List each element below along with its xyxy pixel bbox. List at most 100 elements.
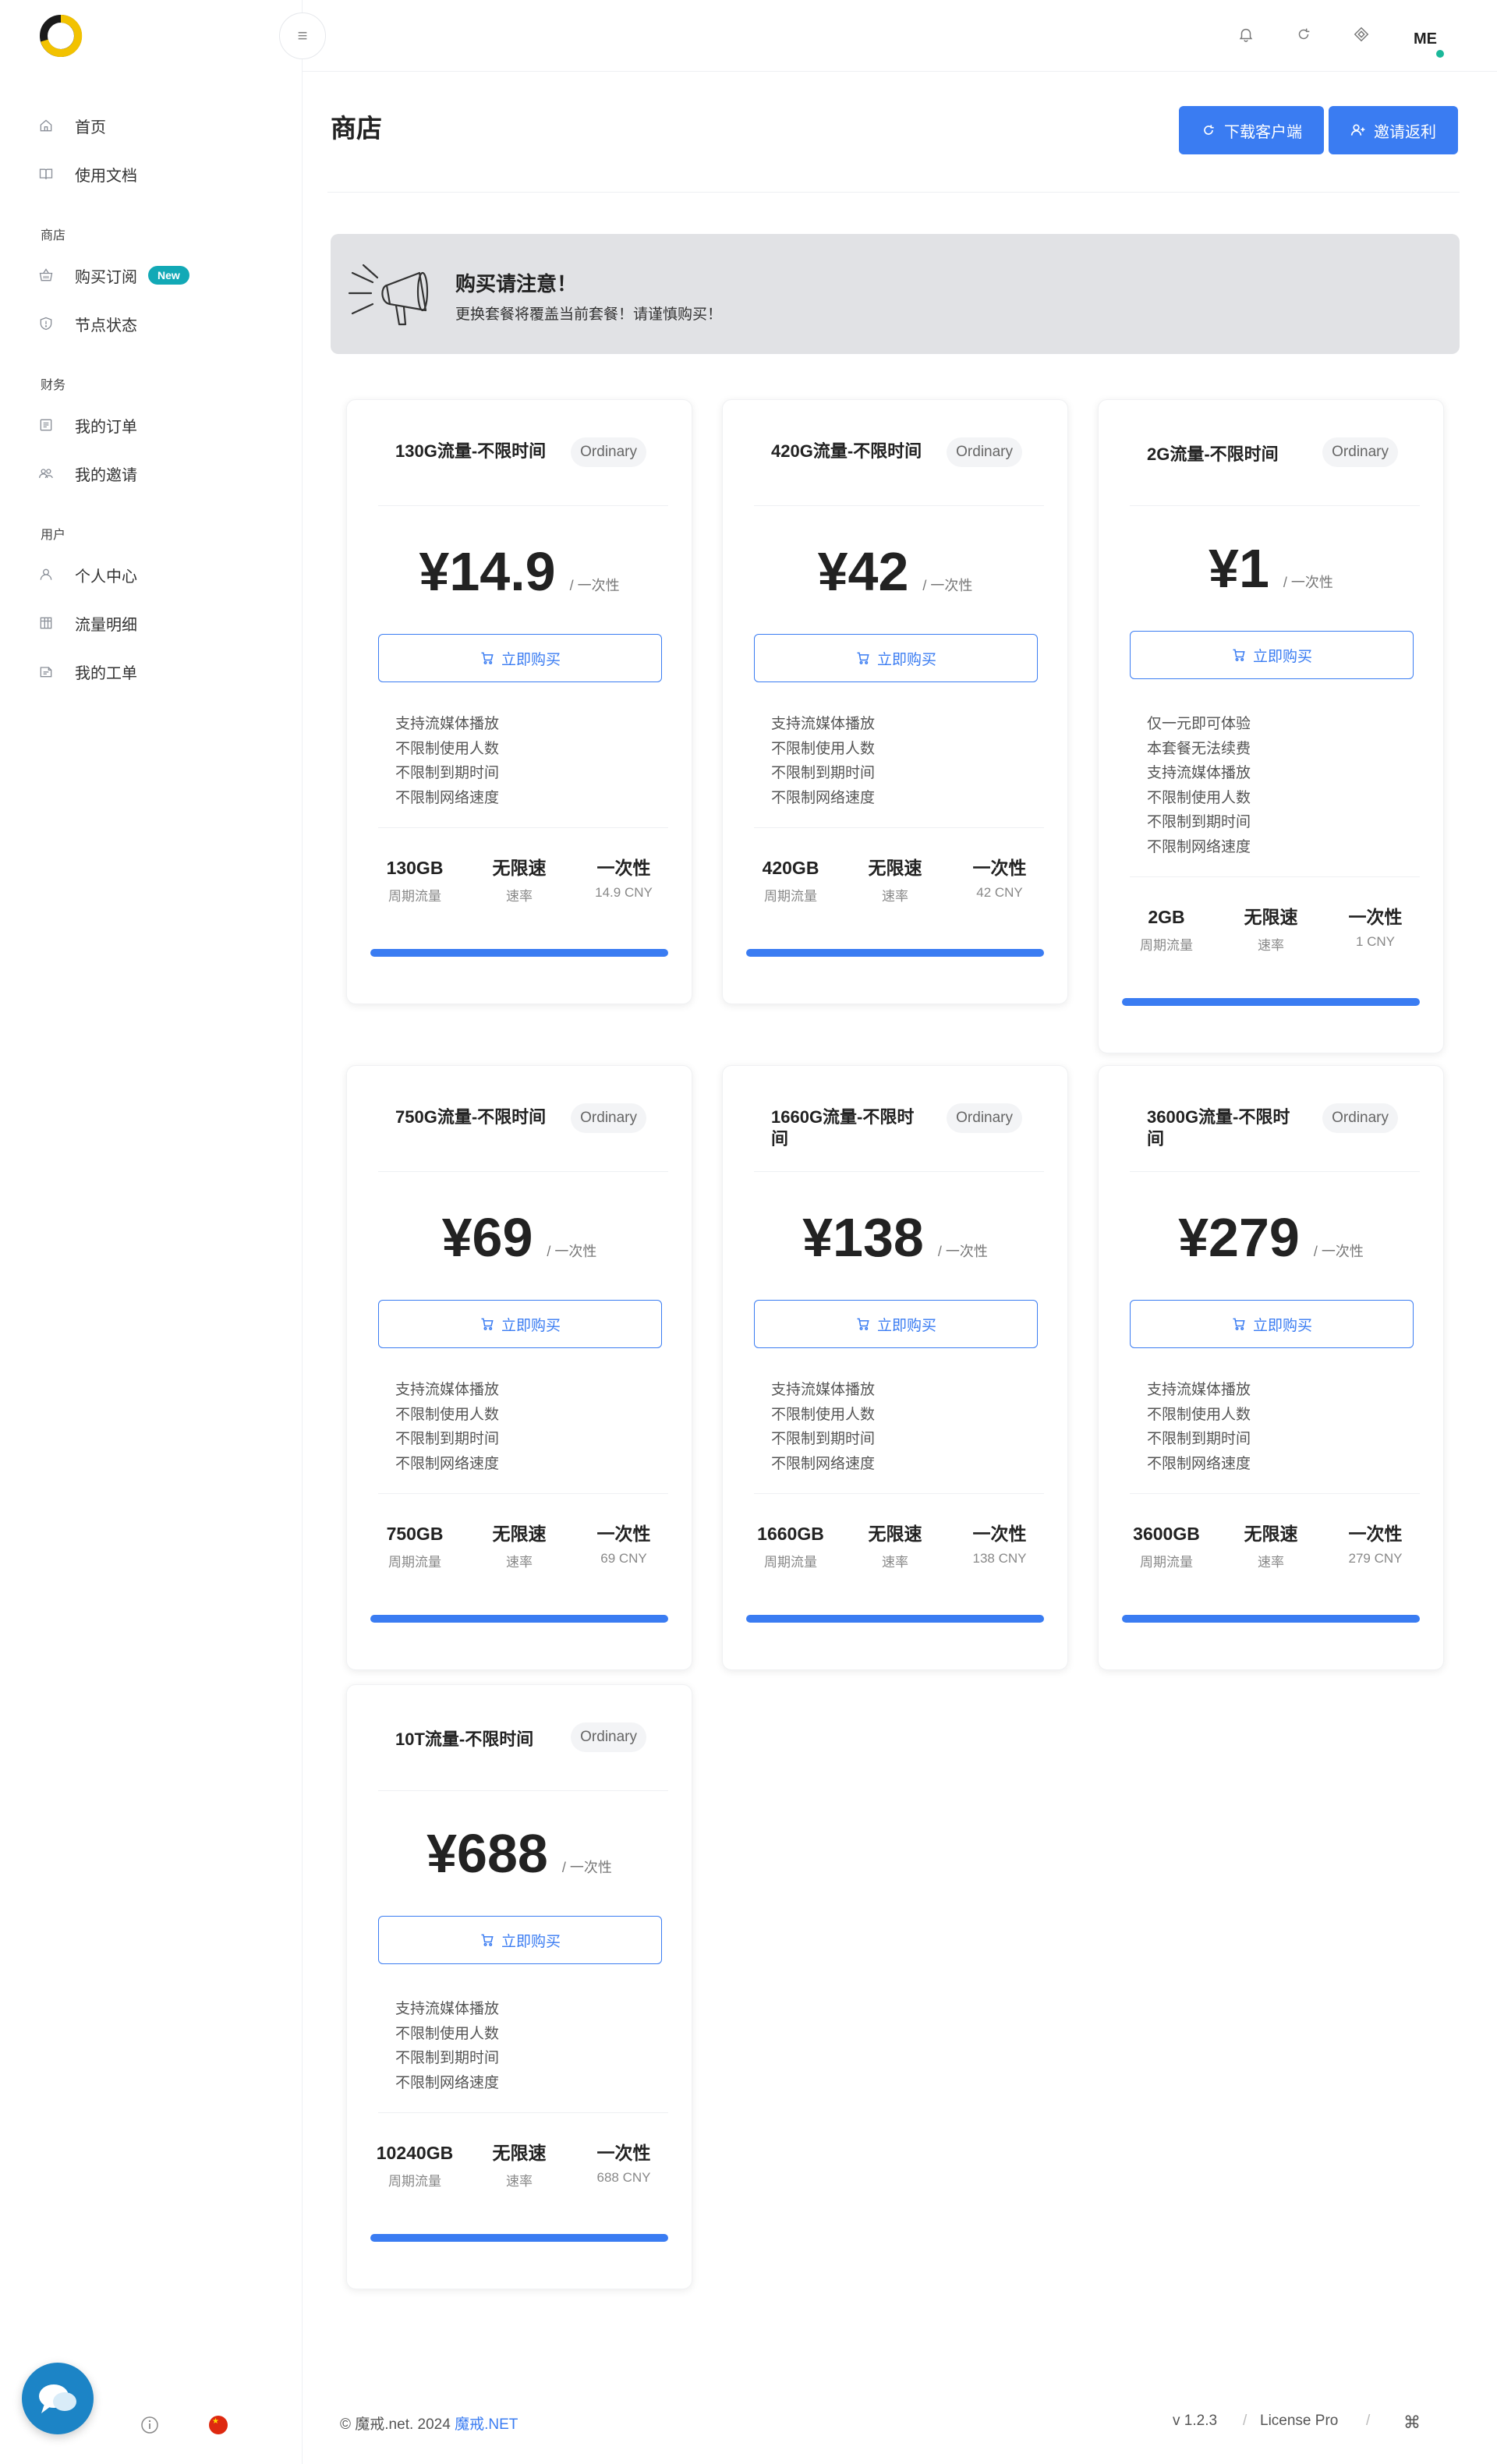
buy-now-button[interactable]: 立即购买 <box>1130 1300 1414 1348</box>
info-icon[interactable] <box>140 2416 159 2434</box>
plan-tag: Ordinary <box>947 1103 1022 1133</box>
sidebar-item[interactable]: 个人中心 <box>0 551 303 599</box>
plan-card: 3600G流量-不限时间 Ordinary ¥279 / 一次性 立即购买 支持流媒体播放… <box>1098 1065 1444 1670</box>
plan-feature: 不限制网络速度 <box>395 2074 500 2091</box>
plan-feature: 不限制使用人数 <box>1147 789 1251 806</box>
plan-feature: 不限制到期时间 <box>395 765 500 781</box>
plan-stat: 130GB 周期流量 <box>363 857 467 905</box>
plan-stat-label: 速率 <box>1258 1555 1284 1570</box>
plan-stats: 750GB 周期流量 无限速 速率 一次性 69 CNY <box>363 1523 676 1570</box>
plan-features: 仅一元即可体验 本套餐无法续费 支持流媒体播放 不限制使用人数 不限制到期时间 不限制网络… <box>1147 712 1251 859</box>
list-icon <box>40 419 52 431</box>
basket-icon-wrap <box>37 267 55 284</box>
chat-button[interactable] <box>22 2363 94 2434</box>
shield-icon-wrap <box>37 315 55 332</box>
plan-card: 130G流量-不限时间 Ordinary ¥14.9 / 一次性 立即购买 支持流媒体播放… <box>346 399 692 1004</box>
sidebar-section-title: 用户 <box>41 529 66 542</box>
plan-stats: 10240GB 周期流量 无限速 速率 一次性 688 CNY <box>363 2142 676 2190</box>
menu-toggle-button[interactable]: ≡ <box>279 12 326 59</box>
plan-stat-value: 一次性 <box>972 1524 1027 1544</box>
plan-stat: 一次性 279 CNY <box>1323 1523 1428 1570</box>
plan-card-header: 1660G流量-不限时间 Ordinary <box>754 1066 1044 1172</box>
sidebar-item[interactable]: 首页 <box>0 101 303 150</box>
plan-stat-label: 42 CNY <box>976 885 1023 900</box>
plan-stat: 无限速 速率 <box>467 1523 572 1570</box>
plan-features: 支持流媒体播放 不限制使用人数 不限制到期时间 不限制网络速度 <box>395 1378 499 1476</box>
plan-progress-bar <box>746 949 1044 957</box>
buy-now-button[interactable]: 立即购买 <box>754 1300 1038 1348</box>
sidebar-item[interactable]: 节点状态 <box>0 299 303 348</box>
download-client-button[interactable]: 下载客户端 <box>1179 106 1324 154</box>
plan-stat-value: 一次性 <box>596 1524 651 1544</box>
plan-stat-label: 周期流量 <box>764 889 817 904</box>
sidebar: 首页 使用文档 商店 购买订阅 New 节点状态 财务 我的订单 我的邀请 用户 个人中心 流量明细我… <box>0 0 303 2464</box>
buy-now-button[interactable]: 立即购买 <box>754 634 1038 682</box>
footer-separator: / <box>1243 2413 1248 2429</box>
plan-name: 1660G流量-不限时间 <box>771 1107 915 1149</box>
plan-features: 支持流媒体播放 不限制使用人数 不限制到期时间 不限制网络速度 <box>771 1378 875 1476</box>
plan-stats: 1660GB 周期流量 无限速 速率 一次性 138 CNY <box>738 1523 1052 1570</box>
plan-features: 支持流媒体播放 不限制使用人数 不限制到期时间 不限制网络速度 <box>1147 1378 1251 1476</box>
buy-now-button[interactable]: 立即购买 <box>378 1916 662 1964</box>
language-flag-icon[interactable] <box>209 2416 228 2434</box>
theme-toggle-icon[interactable] <box>1350 23 1372 45</box>
notification-bell-icon[interactable] <box>1235 23 1257 45</box>
plan-card-header: 420G流量-不限时间 Ordinary <box>754 400 1044 506</box>
buy-now-button[interactable]: 立即购买 <box>378 634 662 682</box>
plan-feature: 不限制网络速度 <box>1147 1455 1251 1472</box>
plan-stat-label: 周期流量 <box>388 889 441 904</box>
plan-name: 130G流量-不限时间 <box>395 441 547 461</box>
buy-now-button[interactable]: 立即购买 <box>378 1300 662 1348</box>
sidebar-item[interactable]: 我的邀请 <box>0 449 303 497</box>
plan-divider <box>378 827 668 828</box>
logo-icon[interactable] <box>37 12 84 59</box>
sidebar-section-title: 财务 <box>41 379 66 392</box>
plan-features: 支持流媒体播放 不限制使用人数 不限制到期时间 不限制网络速度 <box>395 1997 499 2095</box>
sidebar-item[interactable]: 流量明细 <box>0 599 303 647</box>
plan-stat: 无限速 速率 <box>843 1523 947 1570</box>
invite-rebate-button[interactable]: 邀请返利 <box>1329 106 1458 154</box>
buy-now-button[interactable]: 立即购买 <box>1130 631 1414 679</box>
ticket-icon-wrap <box>37 663 55 680</box>
plan-tag: Ordinary <box>1322 437 1398 467</box>
plan-tag: Ordinary <box>1322 1103 1398 1133</box>
plan-stat-value: 无限速 <box>492 2143 547 2163</box>
plan-card-header: 2G流量-不限时间 Ordinary <box>1130 400 1420 506</box>
sidebar-item-label: 个人中心 <box>75 568 137 586</box>
plan-price: ¥42 <box>817 541 909 602</box>
plan-feature: 不限制到期时间 <box>1147 814 1251 830</box>
plan-stat-label: 速率 <box>882 889 908 904</box>
avatar[interactable]: ME <box>1403 17 1447 61</box>
plan-price: ¥279 <box>1178 1207 1300 1268</box>
plan-progress-bar <box>1122 1615 1420 1623</box>
plan-stat: 无限速 速率 <box>1219 1523 1323 1570</box>
site-link[interactable]: 魔戒.NET <box>455 2416 518 2433</box>
price-row: ¥69 / 一次性 <box>347 1206 692 1269</box>
sidebar-item[interactable]: 我的工单 <box>0 647 303 696</box>
plan-stat-value: 无限速 <box>492 1524 547 1544</box>
plan-price: ¥1 <box>1209 538 1269 599</box>
plan-tag: Ordinary <box>571 1722 646 1752</box>
list-icon-wrap <box>37 416 55 434</box>
plan-stat-label: 周期流量 <box>1140 1555 1193 1570</box>
plan-tag: Ordinary <box>571 1103 646 1133</box>
plan-price: ¥14.9 <box>419 541 556 602</box>
command-icon[interactable]: ⌘ <box>1403 2413 1421 2433</box>
sidebar-item-label: 我的工单 <box>75 664 137 682</box>
notice-title: 购买请注意！ <box>455 272 578 296</box>
plan-stat-label: 688 CNY <box>596 2170 651 2185</box>
sidebar-item[interactable]: 我的订单 <box>0 401 303 449</box>
plan-feature: 不限制网络速度 <box>395 789 500 806</box>
plan-stats: 420GB 周期流量 无限速 速率 一次性 42 CNY <box>738 857 1052 905</box>
sidebar-item-label: 首页 <box>75 119 106 136</box>
sidebar-item[interactable]: 使用文档 <box>0 150 303 198</box>
plan-feature: 不限制使用人数 <box>395 1406 500 1423</box>
plan-feature: 支持流媒体播放 <box>771 716 876 732</box>
refresh-icon[interactable] <box>1293 23 1315 45</box>
plan-progress-bar <box>370 2234 668 2242</box>
plan-stat-value: 无限速 <box>492 858 547 878</box>
copyright-text: © 魔戒.net. 2024 <box>340 2416 455 2433</box>
sidebar-item[interactable]: 购买订阅 New <box>0 251 303 299</box>
plan-stat-value: 一次性 <box>596 2143 651 2163</box>
plan-price: ¥138 <box>802 1207 924 1268</box>
